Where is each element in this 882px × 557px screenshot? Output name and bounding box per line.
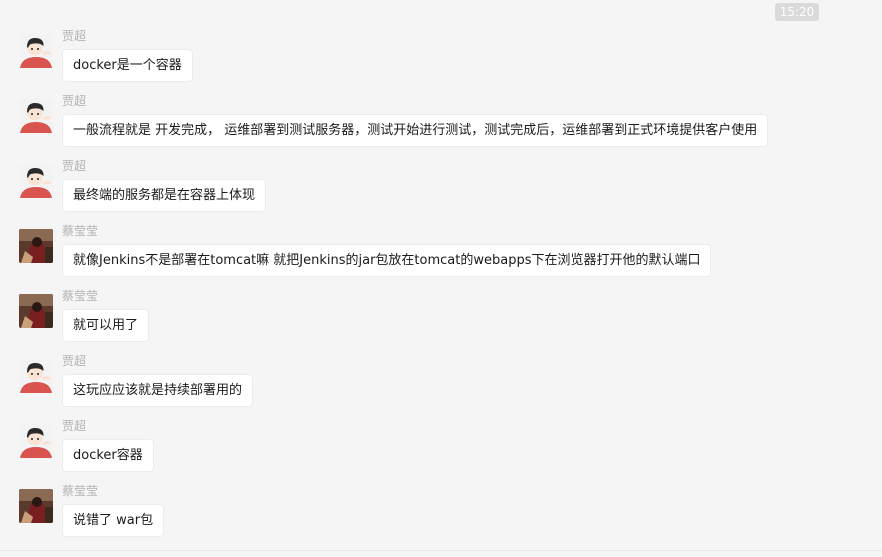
- chat-message: 贾超 一般流程就是 开发完成， 运维部署到测试服务器，测试开始进行测试，测试完成…: [0, 95, 882, 159]
- boy-avatar-icon[interactable]: [19, 34, 53, 68]
- message-bubble[interactable]: docker容器: [62, 439, 154, 472]
- message-bubble[interactable]: 一般流程就是 开发完成， 运维部署到测试服务器，测试开始进行测试，测试完成后，运…: [62, 114, 769, 147]
- photo-avatar-icon[interactable]: [19, 294, 53, 328]
- sender-name: 蔡莹莹: [62, 224, 99, 238]
- chat-message: 贾超 最终端的服务都是在容器上体现: [0, 160, 882, 224]
- sender-name: 蔡莹莹: [62, 484, 99, 498]
- boy-avatar-icon[interactable]: [19, 359, 53, 393]
- timestamp-badge: 15:20: [775, 3, 819, 21]
- message-bubble[interactable]: 说错了 war包: [62, 504, 165, 537]
- chat-message: 贾超 docker是一个容器: [0, 30, 882, 94]
- sender-name: 蔡莹莹: [62, 289, 99, 303]
- chat-message: 蔡莹莹 就可以用了: [0, 290, 882, 354]
- boy-avatar-icon[interactable]: [19, 99, 53, 133]
- chat-message: 蔡莹莹 说错了 war包: [0, 485, 882, 549]
- chat-message: 贾超 这玩应应该就是持续部署用的: [0, 355, 882, 419]
- sender-name: 贾超: [62, 29, 87, 43]
- message-bubble[interactable]: 就可以用了: [62, 309, 150, 342]
- sender-name: 贾超: [62, 94, 87, 108]
- divider: [0, 550, 882, 551]
- message-bubble[interactable]: docker是一个容器: [62, 49, 193, 82]
- message-bubble[interactable]: 最终端的服务都是在容器上体现: [62, 179, 267, 212]
- sender-name: 贾超: [62, 159, 87, 173]
- chat-message: 贾超 docker容器: [0, 420, 882, 484]
- boy-avatar-icon[interactable]: [19, 424, 53, 458]
- sender-name: 贾超: [62, 354, 87, 368]
- photo-avatar-icon[interactable]: [19, 489, 53, 523]
- photo-avatar-icon[interactable]: [19, 229, 53, 263]
- boy-avatar-icon[interactable]: [19, 164, 53, 198]
- chat-message: 蔡莹莹 就像Jenkins不是部署在tomcat嘛 就把Jenkins的jar包…: [0, 225, 882, 289]
- message-bubble[interactable]: 就像Jenkins不是部署在tomcat嘛 就把Jenkins的jar包放在to…: [62, 244, 712, 277]
- sender-name: 贾超: [62, 419, 87, 433]
- message-bubble[interactable]: 这玩应应该就是持续部署用的: [62, 374, 254, 407]
